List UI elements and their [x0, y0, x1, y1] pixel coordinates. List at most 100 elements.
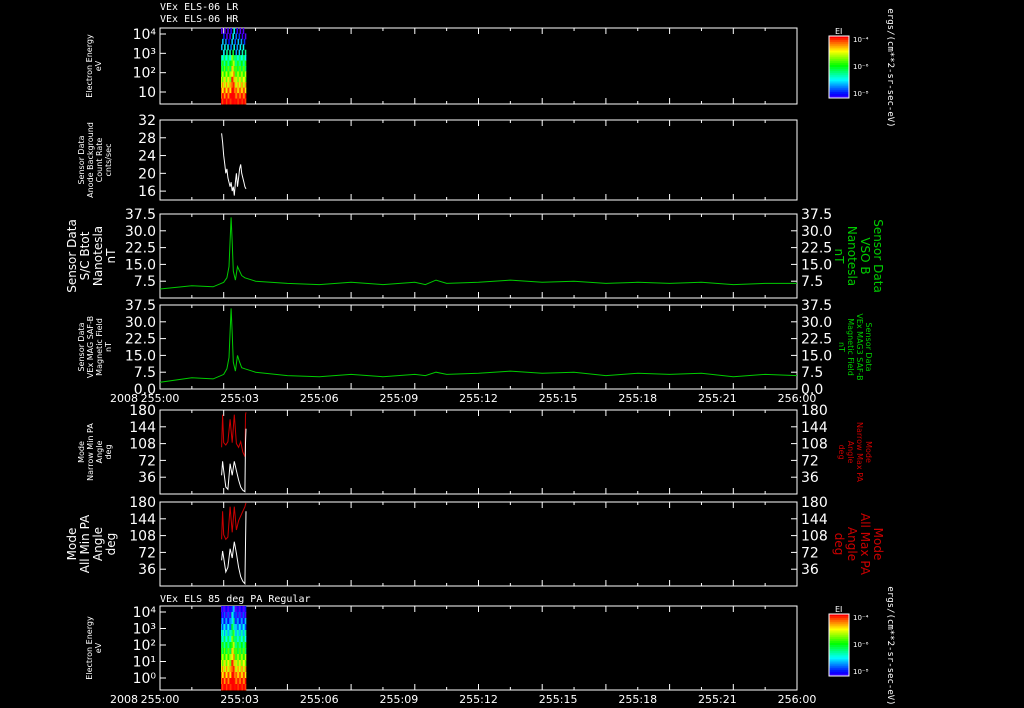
spectrogram-cell: [241, 49, 244, 56]
spectrogram-cell: [244, 76, 247, 83]
spectrogram-cell: [233, 44, 235, 51]
x-axis-year: 2008: [110, 392, 138, 405]
ylabel-line: Mode: [77, 441, 86, 463]
panel-7-frame: [159, 605, 798, 691]
spectrogram-cell: [244, 636, 247, 643]
spectrogram-cell: [244, 684, 247, 691]
y-tick-label-right: 108: [801, 437, 828, 453]
ylabel-right-line: deg: [832, 533, 846, 556]
x-tick-label: 255:09: [380, 693, 419, 706]
y-tick-label: 15.0: [125, 348, 156, 364]
y-tick-label-right: 37.5: [801, 207, 832, 223]
ylabel-line: nT: [104, 248, 118, 264]
x-tick-label: 255:21: [698, 392, 737, 405]
series-line-green: [159, 308, 798, 383]
y-tick-label-right: 180: [801, 495, 828, 511]
spectrogram-cell: [244, 648, 247, 655]
spectrogram-cell: [244, 630, 247, 637]
y-tick-label: 37.5: [125, 207, 156, 223]
panel-6-ylabel-right: ModeAll Max PAAngledeg: [832, 513, 885, 576]
colorbar-unit: ergs/(cm**2-sr-sec-eV): [885, 586, 895, 705]
ylabel-line: Mode: [65, 528, 79, 561]
colorbar-tick-label: 10⁻⁶: [853, 63, 869, 71]
ylabel-line: Narrow Min PA: [86, 423, 95, 481]
colorbar-title: EI: [835, 27, 842, 36]
x-tick-label: 255:09: [380, 392, 419, 405]
ylabel-line: Electron Energy: [85, 34, 94, 98]
ylabel-line: Sensor Data: [77, 135, 86, 184]
y-tick-label-right: 7.5: [801, 365, 823, 381]
spectrogram-cell: [235, 49, 238, 56]
ylabel-line: eV: [94, 642, 103, 653]
series-line-red: [221, 412, 247, 457]
y-tick-label: 10³: [133, 46, 156, 62]
x-tick-label: 255:00: [141, 693, 180, 706]
y-tick-label: 10⁴: [133, 27, 157, 43]
ylabel-right-line: Angle: [846, 441, 855, 464]
y-tick-label: 36: [138, 562, 156, 578]
spectrogram-cell: [237, 38, 240, 45]
ylabel-line: Count Rate: [95, 138, 104, 183]
y-tick-label: 144: [129, 512, 156, 528]
x-tick-label: 255:12: [459, 693, 498, 706]
colorbar-tick-label: 10⁻⁸: [853, 668, 869, 676]
ylabel-line: Magnetic Field: [95, 318, 104, 376]
spectrogram-cell: [244, 82, 247, 89]
y-tick-label-right: 180: [801, 403, 828, 419]
spectrogram-cell: [243, 38, 246, 45]
y-tick-label-right: 7.5: [801, 274, 823, 290]
ylabel-line: Nanotesla: [91, 226, 105, 286]
spectrogram-cell: [228, 38, 230, 45]
y-tick-label-right: 144: [801, 512, 828, 528]
ylabel-right-line: Sensor Data: [864, 322, 873, 371]
y-tick-label-right: 36: [801, 470, 819, 486]
y-tick-label-right: 30.0: [801, 315, 832, 331]
x-tick-label: 256:00: [778, 392, 817, 405]
y-tick-label: 20: [138, 166, 156, 182]
spectrogram-cell: [244, 660, 247, 667]
spectrogram-cell: [244, 654, 247, 661]
panel-3-ylabel: Sensor Data S/C Btot Nanotesla nT: [65, 219, 118, 293]
x-tick-label: 255:12: [459, 392, 498, 405]
y-tick-label: 28: [138, 131, 156, 147]
spectrogram-cell: [242, 44, 245, 51]
ylabel-right-line: Angle: [845, 527, 859, 561]
spectrogram-cell: [244, 672, 247, 679]
panel-5-ylabel: Mode Narrow Min PA Angle deg: [77, 423, 113, 481]
y-tick-label: 72: [138, 545, 156, 561]
colorbar-tick-label: 10⁻⁸: [853, 90, 869, 98]
y-tick-label: 7.5: [134, 365, 156, 381]
spectrogram-cell: [227, 28, 229, 34]
panel-1-frame: [159, 27, 798, 105]
y-tick-label: 108: [129, 529, 156, 545]
spectrogram-cell: [234, 38, 236, 45]
y-tick-label-right: 22.5: [801, 241, 832, 257]
spectrogram-cell: [244, 55, 247, 62]
y-tick-label-right: 37.5: [801, 298, 832, 314]
y-tick-label: 7.5: [134, 274, 156, 290]
ylabel-line: S/C Btot: [78, 231, 92, 280]
y-tick-label-right: 15.0: [801, 348, 832, 364]
y-tick-label: 72: [138, 453, 156, 469]
ylabel-right-line: Nanotesla: [845, 226, 859, 286]
y-tick-label: 10²: [133, 66, 156, 82]
spectrogram-cell: [238, 33, 241, 40]
spectrogram-cell: [244, 98, 247, 105]
panel-2-frame: [159, 119, 798, 201]
spectrogram-cell: [224, 28, 226, 34]
spectrogram-cell: [244, 612, 247, 619]
spectrogram-cell: [236, 44, 239, 51]
spectrogram-cell: [244, 49, 247, 56]
panel-7-ylabel: Electron Energy eV: [85, 616, 103, 680]
colorbar-tick-label: 10⁻⁴: [853, 36, 869, 44]
panel-6-frame: [159, 501, 798, 587]
panel-1-ylabel: Electron Energy eV: [85, 34, 103, 98]
spectrogram-cell: [244, 642, 247, 649]
spectrogram-cell: [235, 33, 238, 40]
spectrogram-cell: [244, 87, 247, 94]
y-tick-label: 144: [129, 420, 156, 436]
spectrogram-cell: [244, 618, 247, 625]
y-tick-label: 16: [138, 184, 156, 200]
panel-5-ylabel-right: ModeNarrow Max PAAngledeg: [837, 422, 873, 483]
series-line-green: [159, 217, 797, 290]
